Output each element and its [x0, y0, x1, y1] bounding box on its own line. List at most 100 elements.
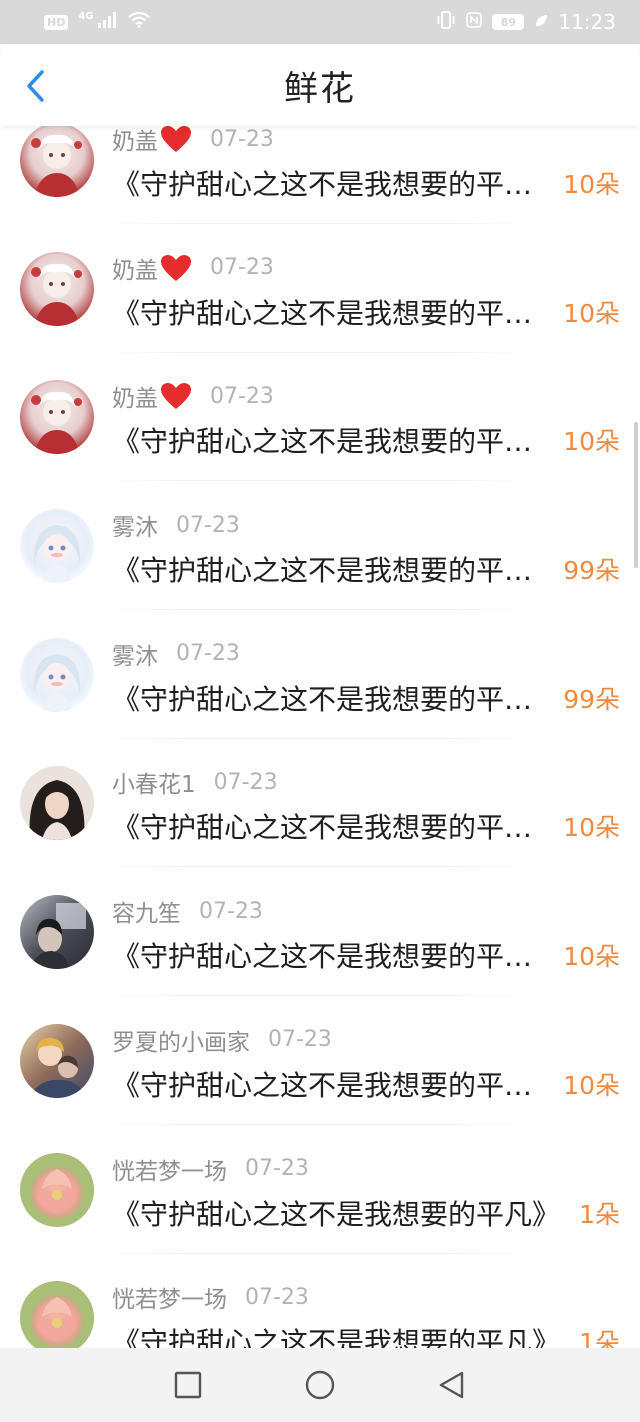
avatar[interactable] — [20, 251, 94, 326]
list-item[interactable]: 奶盖 07-23 《守护甜心之这不是我想要的平凡》 10朵 — [0, 126, 640, 252]
book-title[interactable]: 《守护甜心之这不是我想要的平凡》 — [112, 1193, 572, 1233]
system-nav-bar — [0, 1348, 640, 1422]
status-right: 89 11:23 — [436, 10, 616, 34]
status-bar: HD 4G 89 11:23 — [0, 0, 640, 44]
wifi-icon — [127, 11, 150, 33]
book-title[interactable]: 《守护甜心之这不是我想要的平凡》 — [112, 935, 542, 975]
divider — [96, 995, 536, 997]
book-title[interactable]: 《守护甜心之这不是我想要的平凡》 — [112, 163, 542, 203]
date: 07-23 — [268, 1027, 332, 1053]
divider — [96, 737, 536, 739]
user-name[interactable]: 罗夏的小画家 — [112, 1023, 250, 1057]
flower-amount: 10朵 — [563, 1070, 620, 1100]
avatar[interactable] — [20, 380, 94, 455]
heart-icon — [160, 254, 192, 282]
avatar[interactable] — [20, 895, 94, 970]
avatar[interactable] — [20, 1152, 94, 1227]
book-title[interactable]: 《守护甜心之这不是我想要的平凡》 — [112, 678, 542, 718]
divider — [96, 609, 536, 611]
user-name[interactable]: 恍若梦一场 — [112, 1280, 227, 1314]
square-recents-icon — [174, 1371, 202, 1399]
heart-icon — [160, 382, 192, 410]
book-title[interactable]: 《守护甜心之这不是我想要的平凡》 — [112, 1064, 542, 1104]
flower-amount: 1朵 — [579, 1199, 620, 1229]
network-type: 4G — [78, 10, 94, 22]
user-name[interactable]: 雾沐 — [112, 508, 158, 542]
avatar[interactable] — [20, 766, 94, 841]
book-title[interactable]: 《守护甜心之这不是我想要的平凡》 — [112, 806, 542, 846]
user-name[interactable]: 奶盖 — [112, 251, 158, 285]
flower-list-inner: 奶盖 07-23 《守护甜心之这不是我想要的平凡》 10朵 奶盖 07-23 《… — [0, 126, 640, 1348]
back-button[interactable] — [18, 68, 54, 104]
flower-amount: 99朵 — [563, 684, 620, 714]
divider — [96, 1252, 536, 1254]
header: 鲜花 — [0, 44, 640, 126]
user-name[interactable]: 小春花1 — [112, 765, 196, 799]
flower-amount: 10朵 — [563, 427, 620, 457]
page-title: 鲜花 — [284, 68, 356, 109]
flower-amount: 10朵 — [563, 298, 620, 328]
book-title[interactable]: 《守护甜心之这不是我想要的平凡》 — [112, 420, 542, 460]
heart-icon — [160, 126, 192, 153]
avatar[interactable] — [20, 1281, 94, 1348]
user-name[interactable]: 恍若梦一场 — [112, 1152, 227, 1186]
leaf-icon — [534, 12, 548, 33]
divider — [96, 480, 536, 482]
battery-indicator: 89 — [492, 14, 525, 30]
home-button[interactable] — [300, 1365, 340, 1405]
divider — [96, 223, 536, 224]
name-row: 奶盖 07-23 — [112, 380, 274, 412]
date: 07-23 — [213, 769, 278, 795]
hd-badge: HD — [44, 14, 69, 30]
list-item[interactable]: 恍若梦一场 07-23 《守护甜心之这不是我想要的平凡》 1朵 — [0, 1152, 640, 1282]
avatar[interactable] — [20, 126, 94, 197]
user-name[interactable]: 奶盖 — [112, 126, 158, 156]
name-row: 奶盖 07-23 — [112, 126, 274, 155]
avatar[interactable] — [20, 1023, 94, 1098]
signal-icon — [97, 11, 118, 33]
scrollbar[interactable] — [634, 422, 638, 568]
flower-amount: 99朵 — [563, 556, 620, 586]
list-item[interactable]: 小春花1 07-23 《守护甜心之这不是我想要的平凡》 10朵 — [0, 766, 640, 895]
flower-amount: 10朵 — [563, 942, 620, 972]
avatar[interactable] — [20, 637, 94, 712]
status-left: HD 4G — [44, 10, 150, 33]
nav-back-button[interactable] — [432, 1365, 472, 1405]
list-item[interactable]: 罗夏的小画家 07-23 《守护甜心之这不是我想要的平凡》 10朵 — [0, 1023, 640, 1153]
list-item[interactable]: 奶盖 07-23 《守护甜心之这不是我想要的平凡》 10朵 — [0, 251, 640, 381]
divider — [96, 1123, 536, 1125]
list-item[interactable]: 容九笙 07-23 《守护甜心之这不是我想要的平凡》 10朵 — [0, 895, 640, 1024]
user-name[interactable]: 容九笙 — [112, 894, 181, 928]
divider — [96, 866, 536, 868]
flower-amount: 10朵 — [563, 813, 620, 843]
date: 07-23 — [210, 126, 274, 152]
name-row: 恍若梦一场 07-23 — [112, 1280, 309, 1314]
recents-button[interactable] — [168, 1365, 208, 1405]
book-title[interactable]: 《守护甜心之这不是我想要的平凡》 — [112, 1321, 572, 1348]
list-item[interactable]: 奶盖 07-23 《守护甜心之这不是我想要的平凡》 10朵 — [0, 380, 640, 509]
book-title[interactable]: 《守护甜心之这不是我想要的平凡》 — [112, 549, 542, 589]
name-row: 雾沐 07-23 — [112, 508, 240, 542]
list-item[interactable]: 恍若梦一场 07-23 《守护甜心之这不是我想要的平凡》 1朵 — [0, 1281, 640, 1348]
circle-home-icon — [305, 1370, 335, 1400]
name-row: 雾沐 07-23 — [112, 638, 240, 670]
chevron-left-icon — [27, 70, 44, 102]
user-name[interactable]: 雾沐 — [112, 637, 158, 671]
date: 07-23 — [176, 512, 240, 538]
list-item[interactable]: 雾沐 07-23 《守护甜心之这不是我想要的平凡》 99朵 — [0, 509, 640, 638]
clock: 11:23 — [558, 10, 616, 34]
list-item[interactable]: 雾沐 07-23 《守护甜心之这不是我想要的平凡》 99朵 — [0, 637, 640, 767]
date: 07-23 — [210, 383, 274, 409]
flower-amount: 1朵 — [579, 1328, 620, 1348]
name-row: 罗夏的小画家 07-23 — [112, 1024, 332, 1056]
user-name[interactable]: 奶盖 — [112, 379, 158, 413]
flower-list: 奶盖 07-23 《守护甜心之这不是我想要的平凡》 10朵 奶盖 07-23 《… — [0, 126, 640, 1348]
book-title[interactable]: 《守护甜心之这不是我想要的平凡》 — [112, 292, 542, 332]
avatar[interactable] — [20, 509, 94, 584]
divider — [96, 351, 536, 353]
triangle-back-icon — [439, 1371, 464, 1399]
name-row: 小春花1 07-23 — [112, 765, 278, 799]
date: 07-23 — [245, 1284, 309, 1310]
date: 07-23 — [210, 255, 274, 281]
flower-amount: 10朵 — [563, 170, 620, 199]
